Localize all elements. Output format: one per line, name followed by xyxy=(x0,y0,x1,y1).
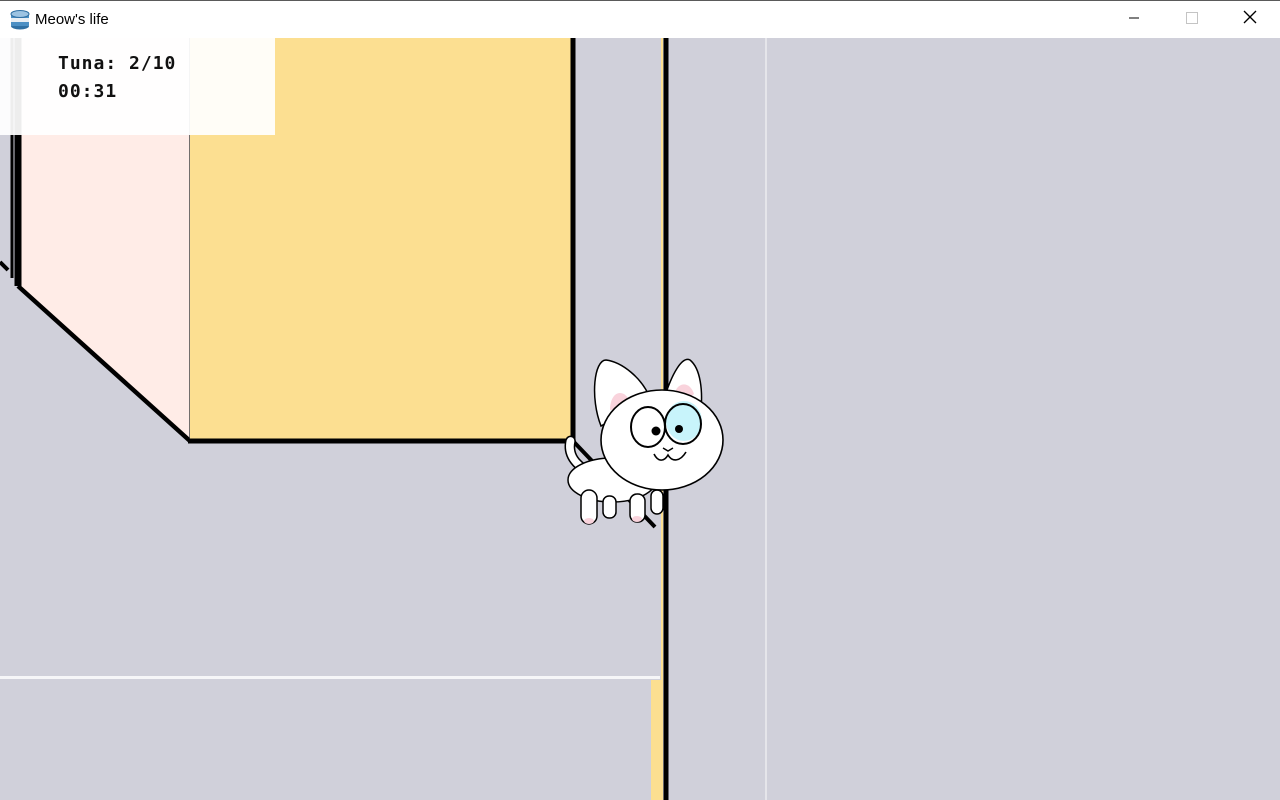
maximize-button[interactable] xyxy=(1163,1,1221,38)
hud-panel: Tuna: 2/10 00:31 xyxy=(0,38,275,135)
cat-player xyxy=(564,358,724,525)
maximize-icon xyxy=(1186,11,1198,29)
tuna-can-icon xyxy=(9,9,31,31)
timer: 00:31 xyxy=(58,81,118,102)
close-icon xyxy=(1243,10,1257,29)
yellow-strip xyxy=(651,680,662,800)
game-scene xyxy=(0,38,767,800)
minimize-button[interactable] xyxy=(1105,1,1163,38)
tuna-counter: Tuna: 2/10 xyxy=(58,53,177,74)
window-title: Meow's life xyxy=(35,11,109,28)
minimize-icon xyxy=(1128,11,1140,29)
game-viewport[interactable]: Tuna: 2/10 00:31 xyxy=(0,38,1280,800)
close-button[interactable] xyxy=(1221,1,1279,38)
window-title-bar[interactable]: Meow's life xyxy=(0,0,1280,38)
